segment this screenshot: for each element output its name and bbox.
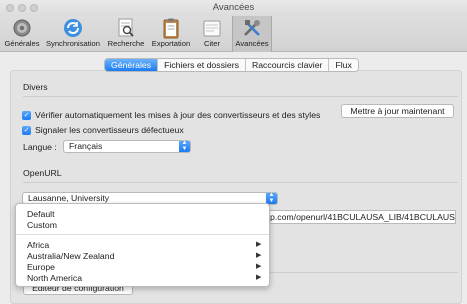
sync-icon <box>64 19 82 37</box>
search-icon <box>118 18 134 37</box>
tools-icon <box>244 20 260 36</box>
language-select[interactable]: Français ▲ ▼ <box>63 140 191 153</box>
menu-item-north-america[interactable]: North America ▶ <box>27 273 261 283</box>
menu-item-label: Europe <box>27 262 56 272</box>
check-updates-checkbox[interactable]: ✓ <box>22 110 31 120</box>
menu-item-europe[interactable]: Europe ▶ <box>27 262 261 272</box>
tab-generales[interactable]: Générales <box>105 59 159 71</box>
chevron-updown-icon: ▲ ▼ <box>266 192 277 204</box>
report-broken-checkbox[interactable]: ✓ <box>22 125 31 135</box>
menu-item-label: Africa <box>27 240 50 250</box>
report-broken-label: Signaler les convertisseurs défectueux <box>35 125 184 135</box>
menu-item-custom[interactable]: Custom <box>27 220 57 230</box>
toolbar-item-avancees[interactable]: Avancées <box>232 16 272 52</box>
menu-item-default[interactable]: Default <box>27 209 55 219</box>
openurl-section-title: OpenURL <box>23 168 62 178</box>
language-label: Langue : <box>23 142 57 152</box>
menu-separator <box>16 234 269 235</box>
toolbar-item-synchronisation[interactable]: Synchronisation <box>43 16 103 52</box>
toolbar-item-recherche[interactable]: Recherche <box>106 16 146 52</box>
window-title: Avancées <box>212 2 255 13</box>
title-bar: Avancées <box>0 0 467 16</box>
update-now-button[interactable]: Mettre à jour maintenant <box>341 104 454 118</box>
chevron-updown-icon: ▲ ▼ <box>179 140 190 152</box>
language-row: Langue : <box>23 141 57 153</box>
submenu-arrow-icon: ▶ <box>256 252 262 259</box>
tab-bar: Générales Fichiers et dossiers Raccourci… <box>104 58 359 72</box>
resolver-url-input[interactable]: p.com/openurl/41BCULAUSA_LIB/41BCULAUS <box>268 210 456 224</box>
report-broken-row[interactable]: ✓ Signaler les convertisseurs défectueux <box>22 124 184 136</box>
toolbar-item-exportation[interactable]: Exportation <box>149 16 193 52</box>
menu-item-label: North America <box>27 273 83 283</box>
tab-flux[interactable]: Flux <box>329 59 358 71</box>
submenu-arrow-icon: ▶ <box>256 274 262 281</box>
minimize-window-button[interactable] <box>18 4 26 12</box>
toolbar-item-citer[interactable]: Citer <box>195 16 229 52</box>
resolver-select-value: Lausanne, University <box>28 193 110 203</box>
submenu-arrow-icon: ▶ <box>256 263 262 270</box>
openurl-divider <box>23 182 458 183</box>
resolver-dropdown-menu: Default Custom Africa ▶ Australia/New Ze… <box>15 203 270 287</box>
check-updates-row[interactable]: ✓ Vérifier automatiquement les mises à j… <box>22 109 320 121</box>
preferences-toolbar: Générales Synchronisation Recherche Expo… <box>0 16 467 52</box>
submenu-arrow-icon: ▶ <box>256 241 262 248</box>
toolbar-item-generales[interactable]: Générales <box>3 16 41 52</box>
tab-fichiers-dossiers[interactable]: Fichiers et dossiers <box>158 59 246 71</box>
cite-icon <box>203 20 221 37</box>
menu-item-label: Australia/New Zealand <box>27 251 115 261</box>
close-window-button[interactable] <box>6 4 14 12</box>
clipboard-icon <box>163 18 179 39</box>
language-select-value: Français <box>69 141 103 151</box>
check-updates-label: Vérifier automatiquement les mises à jou… <box>35 110 321 120</box>
menu-item-australia-new-zealand[interactable]: Australia/New Zealand ▶ <box>27 251 261 261</box>
menu-item-africa[interactable]: Africa ▶ <box>27 240 261 250</box>
divers-divider <box>23 96 458 97</box>
divers-section-title: Divers <box>23 82 48 92</box>
gear-icon <box>13 19 31 37</box>
tab-raccourcis-clavier[interactable]: Raccourcis clavier <box>245 59 330 71</box>
zoom-window-button[interactable] <box>30 4 38 12</box>
